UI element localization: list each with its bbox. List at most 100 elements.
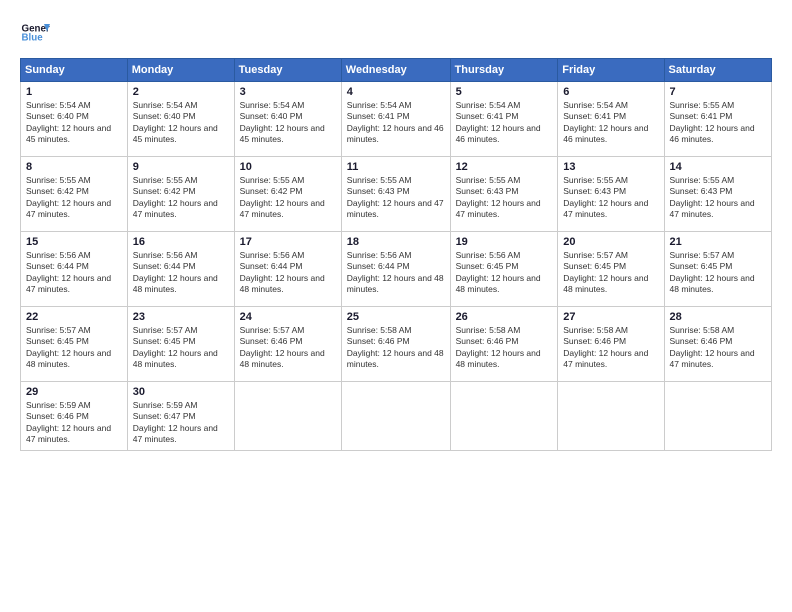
day-info: Sunrise: 5:55 AMSunset: 6:42 PMDaylight:… [26,175,111,219]
day-number: 8 [26,161,122,173]
calendar-week-row: 8 Sunrise: 5:55 AMSunset: 6:42 PMDayligh… [21,157,772,232]
calendar-cell: 18 Sunrise: 5:56 AMSunset: 6:44 PMDaylig… [341,232,450,307]
calendar-cell: 26 Sunrise: 5:58 AMSunset: 6:46 PMDaylig… [450,307,558,382]
day-info: Sunrise: 5:56 AMSunset: 6:44 PMDaylight:… [240,250,325,294]
day-number: 15 [26,236,122,248]
day-number: 9 [133,161,229,173]
calendar-week-row: 22 Sunrise: 5:57 AMSunset: 6:45 PMDaylig… [21,307,772,382]
day-number: 23 [133,311,229,323]
day-info: Sunrise: 5:59 AMSunset: 6:46 PMDaylight:… [26,400,111,444]
logo: General Blue [20,18,50,48]
calendar-cell: 11 Sunrise: 5:55 AMSunset: 6:43 PMDaylig… [341,157,450,232]
day-number: 4 [347,86,445,98]
day-number: 17 [240,236,336,248]
day-info: Sunrise: 5:57 AMSunset: 6:45 PMDaylight:… [133,325,218,369]
calendar-cell [450,382,558,451]
calendar-cell: 1 Sunrise: 5:54 AMSunset: 6:40 PMDayligh… [21,82,128,157]
calendar-cell: 6 Sunrise: 5:54 AMSunset: 6:41 PMDayligh… [558,82,664,157]
weekday-header-row: SundayMondayTuesdayWednesdayThursdayFrid… [21,59,772,82]
day-number: 30 [133,386,229,398]
day-number: 6 [563,86,658,98]
day-info: Sunrise: 5:54 AMSunset: 6:41 PMDaylight:… [563,100,648,144]
day-number: 28 [670,311,766,323]
day-info: Sunrise: 5:58 AMSunset: 6:46 PMDaylight:… [456,325,541,369]
calendar-cell: 7 Sunrise: 5:55 AMSunset: 6:41 PMDayligh… [664,82,771,157]
day-number: 1 [26,86,122,98]
calendar-cell: 9 Sunrise: 5:55 AMSunset: 6:42 PMDayligh… [127,157,234,232]
day-number: 21 [670,236,766,248]
day-number: 22 [26,311,122,323]
weekday-header-thursday: Thursday [450,59,558,82]
calendar-cell: 30 Sunrise: 5:59 AMSunset: 6:47 PMDaylig… [127,382,234,451]
calendar-cell: 27 Sunrise: 5:58 AMSunset: 6:46 PMDaylig… [558,307,664,382]
calendar-cell: 29 Sunrise: 5:59 AMSunset: 6:46 PMDaylig… [21,382,128,451]
day-info: Sunrise: 5:55 AMSunset: 6:43 PMDaylight:… [347,175,444,219]
weekday-header-saturday: Saturday [664,59,771,82]
day-number: 29 [26,386,122,398]
calendar-cell: 12 Sunrise: 5:55 AMSunset: 6:43 PMDaylig… [450,157,558,232]
day-number: 11 [347,161,445,173]
day-number: 25 [347,311,445,323]
day-number: 2 [133,86,229,98]
day-number: 18 [347,236,445,248]
calendar-week-row: 15 Sunrise: 5:56 AMSunset: 6:44 PMDaylig… [21,232,772,307]
calendar-cell: 4 Sunrise: 5:54 AMSunset: 6:41 PMDayligh… [341,82,450,157]
day-info: Sunrise: 5:55 AMSunset: 6:42 PMDaylight:… [133,175,218,219]
calendar-cell [234,382,341,451]
calendar-cell: 28 Sunrise: 5:58 AMSunset: 6:46 PMDaylig… [664,307,771,382]
day-number: 19 [456,236,553,248]
day-info: Sunrise: 5:55 AMSunset: 6:41 PMDaylight:… [670,100,755,144]
day-number: 27 [563,311,658,323]
day-info: Sunrise: 5:55 AMSunset: 6:43 PMDaylight:… [456,175,541,219]
calendar-cell: 25 Sunrise: 5:58 AMSunset: 6:46 PMDaylig… [341,307,450,382]
day-info: Sunrise: 5:58 AMSunset: 6:46 PMDaylight:… [347,325,444,369]
calendar-cell: 17 Sunrise: 5:56 AMSunset: 6:44 PMDaylig… [234,232,341,307]
weekday-header-monday: Monday [127,59,234,82]
day-info: Sunrise: 5:56 AMSunset: 6:44 PMDaylight:… [26,250,111,294]
calendar-cell: 2 Sunrise: 5:54 AMSunset: 6:40 PMDayligh… [127,82,234,157]
day-info: Sunrise: 5:54 AMSunset: 6:41 PMDaylight:… [456,100,541,144]
day-info: Sunrise: 5:54 AMSunset: 6:41 PMDaylight:… [347,100,444,144]
calendar-table: SundayMondayTuesdayWednesdayThursdayFrid… [20,58,772,451]
calendar-cell [341,382,450,451]
day-info: Sunrise: 5:56 AMSunset: 6:44 PMDaylight:… [133,250,218,294]
day-info: Sunrise: 5:59 AMSunset: 6:47 PMDaylight:… [133,400,218,444]
page: General Blue SundayMondayTuesdayWednesda… [0,0,792,612]
calendar-cell: 16 Sunrise: 5:56 AMSunset: 6:44 PMDaylig… [127,232,234,307]
day-info: Sunrise: 5:57 AMSunset: 6:45 PMDaylight:… [26,325,111,369]
day-number: 16 [133,236,229,248]
calendar-cell [664,382,771,451]
calendar-cell: 15 Sunrise: 5:56 AMSunset: 6:44 PMDaylig… [21,232,128,307]
day-number: 7 [670,86,766,98]
weekday-header-friday: Friday [558,59,664,82]
calendar-cell: 10 Sunrise: 5:55 AMSunset: 6:42 PMDaylig… [234,157,341,232]
weekday-header-tuesday: Tuesday [234,59,341,82]
calendar-week-row: 29 Sunrise: 5:59 AMSunset: 6:46 PMDaylig… [21,382,772,451]
calendar-cell: 19 Sunrise: 5:56 AMSunset: 6:45 PMDaylig… [450,232,558,307]
calendar-cell: 24 Sunrise: 5:57 AMSunset: 6:46 PMDaylig… [234,307,341,382]
day-info: Sunrise: 5:57 AMSunset: 6:46 PMDaylight:… [240,325,325,369]
calendar-cell: 14 Sunrise: 5:55 AMSunset: 6:43 PMDaylig… [664,157,771,232]
day-number: 26 [456,311,553,323]
day-info: Sunrise: 5:55 AMSunset: 6:42 PMDaylight:… [240,175,325,219]
weekday-header-wednesday: Wednesday [341,59,450,82]
day-info: Sunrise: 5:57 AMSunset: 6:45 PMDaylight:… [563,250,648,294]
day-info: Sunrise: 5:54 AMSunset: 6:40 PMDaylight:… [26,100,111,144]
day-number: 5 [456,86,553,98]
calendar-cell: 5 Sunrise: 5:54 AMSunset: 6:41 PMDayligh… [450,82,558,157]
day-number: 20 [563,236,658,248]
day-info: Sunrise: 5:56 AMSunset: 6:44 PMDaylight:… [347,250,444,294]
calendar-cell [558,382,664,451]
day-info: Sunrise: 5:58 AMSunset: 6:46 PMDaylight:… [670,325,755,369]
calendar-cell: 3 Sunrise: 5:54 AMSunset: 6:40 PMDayligh… [234,82,341,157]
calendar-week-row: 1 Sunrise: 5:54 AMSunset: 6:40 PMDayligh… [21,82,772,157]
calendar-cell: 8 Sunrise: 5:55 AMSunset: 6:42 PMDayligh… [21,157,128,232]
day-info: Sunrise: 5:58 AMSunset: 6:46 PMDaylight:… [563,325,648,369]
day-info: Sunrise: 5:56 AMSunset: 6:45 PMDaylight:… [456,250,541,294]
weekday-header-sunday: Sunday [21,59,128,82]
day-number: 12 [456,161,553,173]
day-number: 3 [240,86,336,98]
day-info: Sunrise: 5:54 AMSunset: 6:40 PMDaylight:… [133,100,218,144]
day-info: Sunrise: 5:55 AMSunset: 6:43 PMDaylight:… [670,175,755,219]
day-number: 14 [670,161,766,173]
